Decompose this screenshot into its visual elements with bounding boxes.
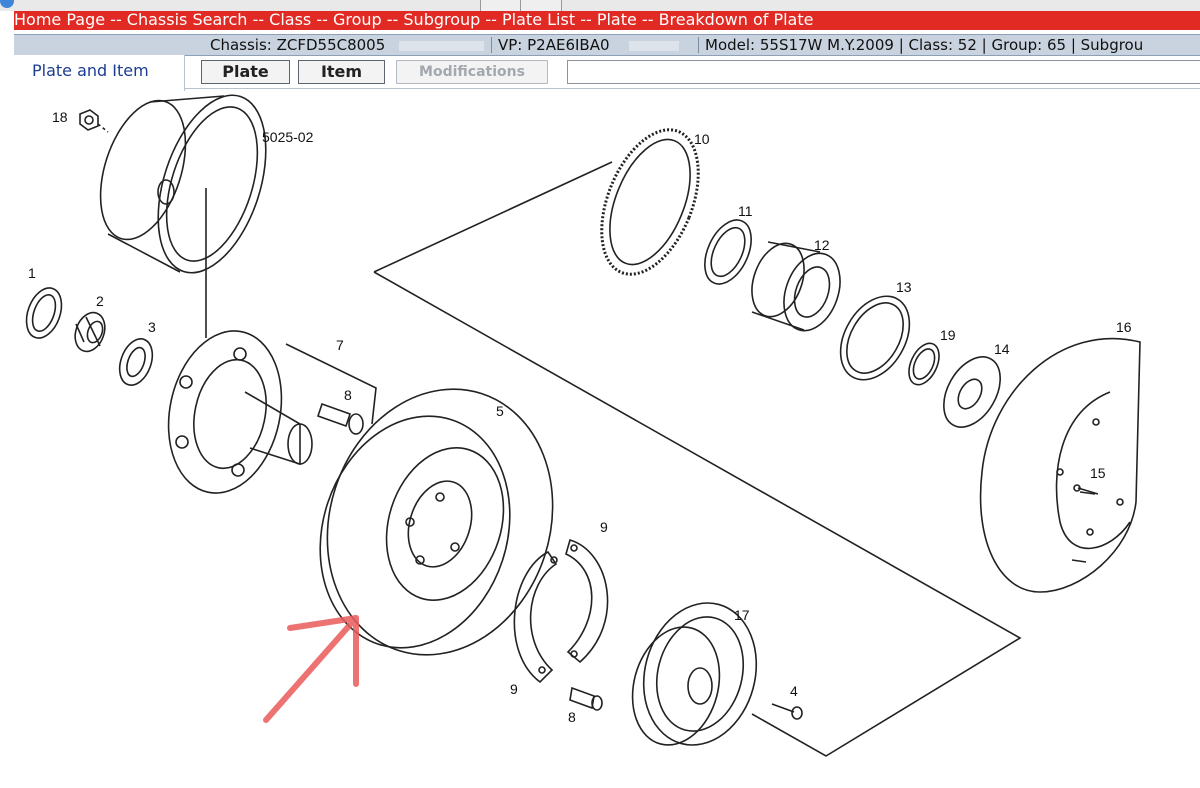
spacer-2-part[interactable] — [70, 308, 110, 355]
tab-divider — [184, 88, 1200, 89]
browser-tab-strip — [0, 0, 1200, 11]
callout-4[interactable]: 4 — [790, 683, 798, 699]
callout-5[interactable]: 5 — [496, 403, 504, 419]
vehicle-info-bar: Chassis: ZCFD55C8005 VP: P2AE6IBA0 Model… — [14, 34, 1200, 56]
breadcrumb-group[interactable]: Group — [333, 11, 382, 29]
tab-plate-and-item[interactable]: Plate and Item — [14, 55, 185, 91]
item-button[interactable]: Item — [298, 60, 385, 84]
browser-logo-icon — [0, 0, 14, 8]
callout-19[interactable]: 19 — [940, 327, 956, 343]
breadcrumb: Home Page -- Chassis Search -- Class -- … — [14, 11, 1200, 30]
model-details: Model: 55S17W M.Y.2009 | Class: 52 | Gro… — [705, 36, 1144, 54]
callout-18[interactable]: 18 — [52, 109, 68, 125]
ring-19-part[interactable] — [903, 339, 945, 390]
tab-plate-and-item-label: Plate and Item — [32, 61, 149, 80]
nut-18-part[interactable] — [79, 109, 109, 133]
callout-8-lower[interactable]: 8 — [568, 709, 576, 725]
callout-17[interactable]: 17 — [734, 607, 750, 623]
callout-12[interactable]: 12 — [814, 237, 830, 253]
callout-14[interactable]: 14 — [994, 341, 1010, 357]
breadcrumb-separator: -- — [247, 11, 270, 29]
assembly-frame-line — [373, 161, 1022, 757]
seal-1-part[interactable] — [20, 283, 68, 343]
browser-tab-stub[interactable] — [480, 0, 522, 11]
washer-3-part[interactable] — [114, 334, 159, 389]
backing-plate-16-part[interactable] — [979, 337, 1141, 593]
callout-1[interactable]: 1 — [28, 265, 36, 281]
browser-tab-stub[interactable] — [520, 0, 562, 11]
breadcrumb-chassis-search[interactable]: Chassis Search — [127, 11, 248, 29]
redacted-area — [629, 41, 679, 51]
callout-15[interactable]: 15 — [1090, 465, 1106, 481]
vp-value: VP: P2AE6IBA0 — [498, 36, 610, 54]
callout-10[interactable]: 10 — [694, 131, 710, 147]
breadcrumb-separator: -- — [480, 11, 503, 29]
screw-4-part[interactable] — [771, 703, 803, 720]
breadcrumb-separator: -- — [636, 11, 659, 29]
washer-14-part[interactable] — [932, 347, 1012, 437]
breadcrumb-separator: -- — [381, 11, 404, 29]
breadcrumb-class[interactable]: Class — [269, 11, 311, 29]
callout-13[interactable]: 13 — [896, 279, 912, 295]
callout-7[interactable]: 7 — [336, 337, 344, 353]
bolt-8-part[interactable] — [316, 402, 364, 435]
wheel-rim-part[interactable] — [85, 92, 286, 286]
item-search-field[interactable] — [567, 60, 1200, 84]
annotation-arrow — [263, 615, 359, 723]
breadcrumb-separator: -- — [311, 11, 333, 29]
callout-3[interactable]: 3 — [148, 319, 156, 335]
exploded-parts-diagram: 5025-02 18 1 2 3 7 8 5 9 9 8 17 4 10 11 … — [0, 92, 1200, 784]
chassis-value: Chassis: ZCFD55C8005 — [210, 36, 386, 54]
callout-11[interactable]: 11 — [738, 203, 753, 219]
seal-11-part[interactable] — [696, 213, 761, 292]
breadcrumb-separator: -- — [105, 11, 127, 29]
breadcrumb-plate-list[interactable]: Plate List — [502, 11, 575, 29]
breadcrumb-plate[interactable]: Plate — [597, 11, 637, 29]
modifications-button: Modifications — [396, 60, 548, 84]
breadcrumb-breakdown: Breakdown of Plate — [658, 11, 814, 29]
plate-button[interactable]: Plate — [201, 60, 290, 84]
bracket-line — [285, 343, 377, 425]
brake-shoe-9-part[interactable] — [513, 538, 609, 684]
callout-8[interactable]: 8 — [344, 387, 352, 403]
bearing-12-part[interactable] — [742, 236, 850, 338]
callout-9-lower[interactable]: 9 — [510, 681, 518, 697]
breadcrumb-subgroup[interactable]: Subgroup — [403, 11, 480, 29]
callout-9-upper[interactable]: 9 — [600, 519, 608, 535]
redacted-area — [399, 41, 484, 51]
breadcrumb-home[interactable]: Home Page — [14, 11, 105, 29]
callout-16[interactable]: 16 — [1116, 319, 1132, 335]
bolt-8b-part[interactable] — [569, 686, 603, 711]
breadcrumb-separator: -- — [575, 11, 597, 29]
plate-code-label: 5025-02 — [262, 129, 314, 145]
callout-2[interactable]: 2 — [96, 293, 104, 309]
